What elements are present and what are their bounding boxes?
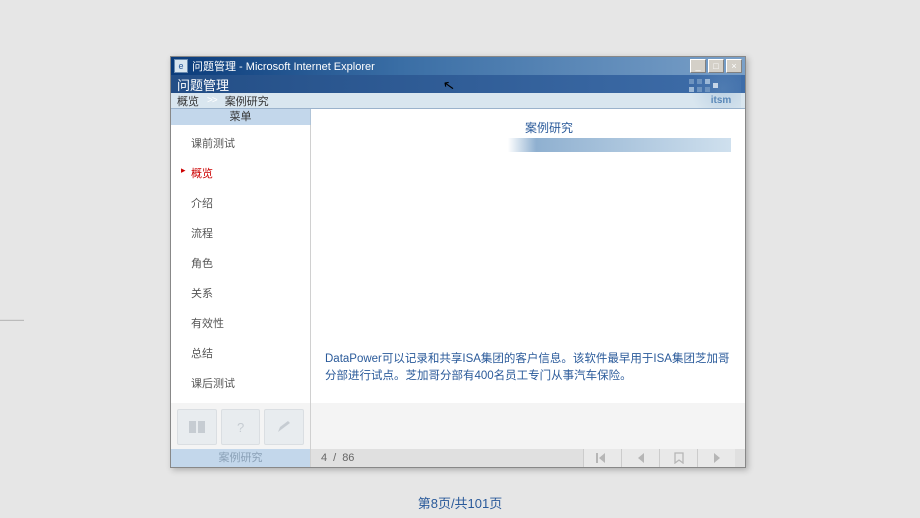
breadcrumb-root[interactable]: 概览	[177, 93, 199, 109]
sidebar-item-overview[interactable]: 概览	[171, 161, 310, 185]
footer-page-text: 第8页/共101页	[0, 493, 920, 512]
brand-text: itsm	[711, 95, 732, 106]
tool-help-button[interactable]: ?	[221, 409, 261, 445]
tool-book-button[interactable]	[177, 409, 217, 445]
sidebar-item-posttest[interactable]: 课后测试	[171, 371, 310, 395]
page-counter: 4 / 86	[321, 452, 354, 464]
nav-bookmark-button[interactable]	[659, 449, 697, 467]
prev-icon	[636, 453, 646, 463]
tool-pencil-button[interactable]	[264, 409, 304, 445]
first-icon	[596, 453, 610, 463]
minimize-button[interactable]: _	[690, 59, 706, 73]
help-icon: ?	[234, 420, 248, 434]
breadcrumb-separator: >>	[207, 95, 217, 106]
decor-line	[0, 320, 24, 321]
status-row: 4 / 86	[311, 403, 745, 467]
sidebar-item-relation[interactable]: 关系	[171, 281, 310, 305]
sidebar-item-role[interactable]: 角色	[171, 251, 310, 275]
next-icon	[712, 453, 722, 463]
sidebar-item-effective[interactable]: 有效性	[171, 311, 310, 335]
app-header: 问题管理	[171, 75, 745, 93]
page-total: 86	[342, 452, 354, 464]
content-title-underline	[325, 138, 731, 152]
app-window: e 问题管理 - Microsoft Internet Explorer _ □…	[170, 56, 746, 468]
bookmark-icon	[674, 452, 684, 464]
status-bar: 4 / 86	[311, 449, 745, 467]
maximize-button[interactable]: □	[708, 59, 724, 73]
close-button[interactable]: ×	[726, 59, 742, 73]
titlebar: e 问题管理 - Microsoft Internet Explorer _ □…	[171, 57, 745, 75]
brand-logo: itsm	[681, 75, 741, 109]
nav-prev-button[interactable]	[621, 449, 659, 467]
window-title: 问题管理 - Microsoft Internet Explorer	[192, 58, 690, 74]
svg-text:?: ?	[237, 420, 244, 434]
sidebar-item-intro[interactable]: 介绍	[171, 191, 310, 215]
bottom-bar: ? 案例研究 4 / 86	[171, 403, 745, 467]
nav-first-button[interactable]	[583, 449, 621, 467]
content-title: 案例研究	[325, 119, 731, 136]
sidebar-item-summary[interactable]: 总结	[171, 341, 310, 365]
book-icon	[188, 420, 206, 434]
sidebar-item-pretest[interactable]: 课前测试	[171, 131, 310, 155]
pencil-icon	[276, 420, 292, 434]
section-label: 案例研究	[171, 449, 310, 467]
content-area: 案例研究 DataPower可以记录和共享ISA集团的客户信息。该软件最早用于I…	[311, 109, 745, 403]
nav-next-button[interactable]	[697, 449, 735, 467]
breadcrumb-current: 案例研究	[225, 93, 269, 109]
nav-buttons	[583, 449, 735, 467]
menu-header: 菜单	[171, 109, 311, 125]
sidebar-item-process[interactable]: 流程	[171, 221, 310, 245]
tool-block: ? 案例研究	[171, 403, 311, 467]
breadcrumb: 概览 >> 案例研究 itsm	[171, 93, 745, 109]
sidebar: 菜单 课前测试 概览 介绍 流程 角色 关系 有效性 总结 课后测试 子菜单	[171, 109, 311, 403]
app-icon: e	[174, 59, 188, 73]
menu-list: 课前测试 概览 介绍 流程 角色 关系 有效性 总结 课后测试	[171, 125, 311, 407]
app-title: 问题管理	[177, 75, 229, 94]
body-area: 菜单 课前测试 概览 介绍 流程 角色 关系 有效性 总结 课后测试 子菜单 案…	[171, 109, 745, 403]
content-title-row: 案例研究	[325, 119, 731, 152]
page-current: 4	[321, 452, 327, 464]
page-sep: /	[333, 452, 336, 464]
content-body: DataPower可以记录和共享ISA集团的客户信息。该软件最早用于ISA集团芝…	[325, 351, 731, 386]
